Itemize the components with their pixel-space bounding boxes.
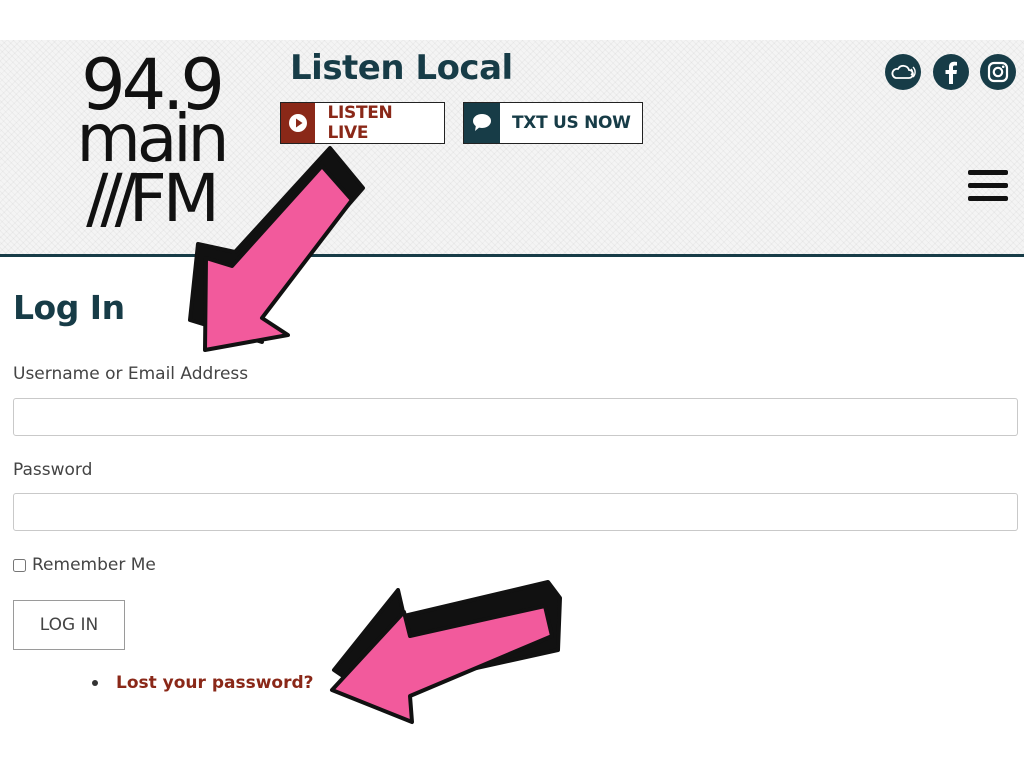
logo-slashes: /// bbox=[86, 160, 137, 237]
login-links-list: Lost your password? bbox=[92, 673, 314, 693]
txt-us-now-label: TXT US NOW bbox=[512, 113, 631, 133]
remember-me[interactable]: Remember Me bbox=[13, 555, 156, 575]
site-tagline: Listen Local bbox=[290, 48, 513, 88]
password-input[interactable] bbox=[13, 493, 1018, 531]
soundcloud-icon[interactable] bbox=[885, 54, 921, 90]
logo-fm-text: FM bbox=[128, 160, 220, 237]
listen-live-label: LISTEN LIVE bbox=[327, 103, 393, 143]
login-button[interactable]: LOG IN bbox=[13, 600, 125, 650]
arrow-annotation-2 bbox=[330, 580, 562, 724]
page-title: Log In bbox=[13, 288, 125, 327]
play-icon bbox=[281, 103, 316, 143]
remember-me-label: Remember Me bbox=[32, 555, 156, 575]
logo-fm: ///FM bbox=[66, 166, 236, 232]
site-logo[interactable]: 94.9 main ///FM bbox=[66, 50, 236, 232]
list-bullet bbox=[92, 680, 98, 686]
txt-us-now-button[interactable]: TXT US NOW bbox=[463, 102, 643, 144]
username-input[interactable] bbox=[13, 398, 1018, 436]
hamburger-menu-icon[interactable] bbox=[968, 170, 1008, 202]
instagram-icon[interactable] bbox=[980, 54, 1016, 90]
listen-live-button[interactable]: LISTEN LIVE bbox=[280, 102, 445, 144]
site-header: 94.9 main ///FM Listen Local LISTEN LIVE… bbox=[0, 40, 1024, 257]
username-label: Username or Email Address bbox=[13, 364, 249, 384]
facebook-icon[interactable] bbox=[933, 54, 969, 90]
lost-password-link[interactable]: Lost your password? bbox=[116, 673, 314, 693]
password-label: Password bbox=[13, 460, 93, 480]
remember-me-checkbox[interactable] bbox=[13, 558, 26, 572]
chat-bubble-icon bbox=[464, 103, 500, 143]
